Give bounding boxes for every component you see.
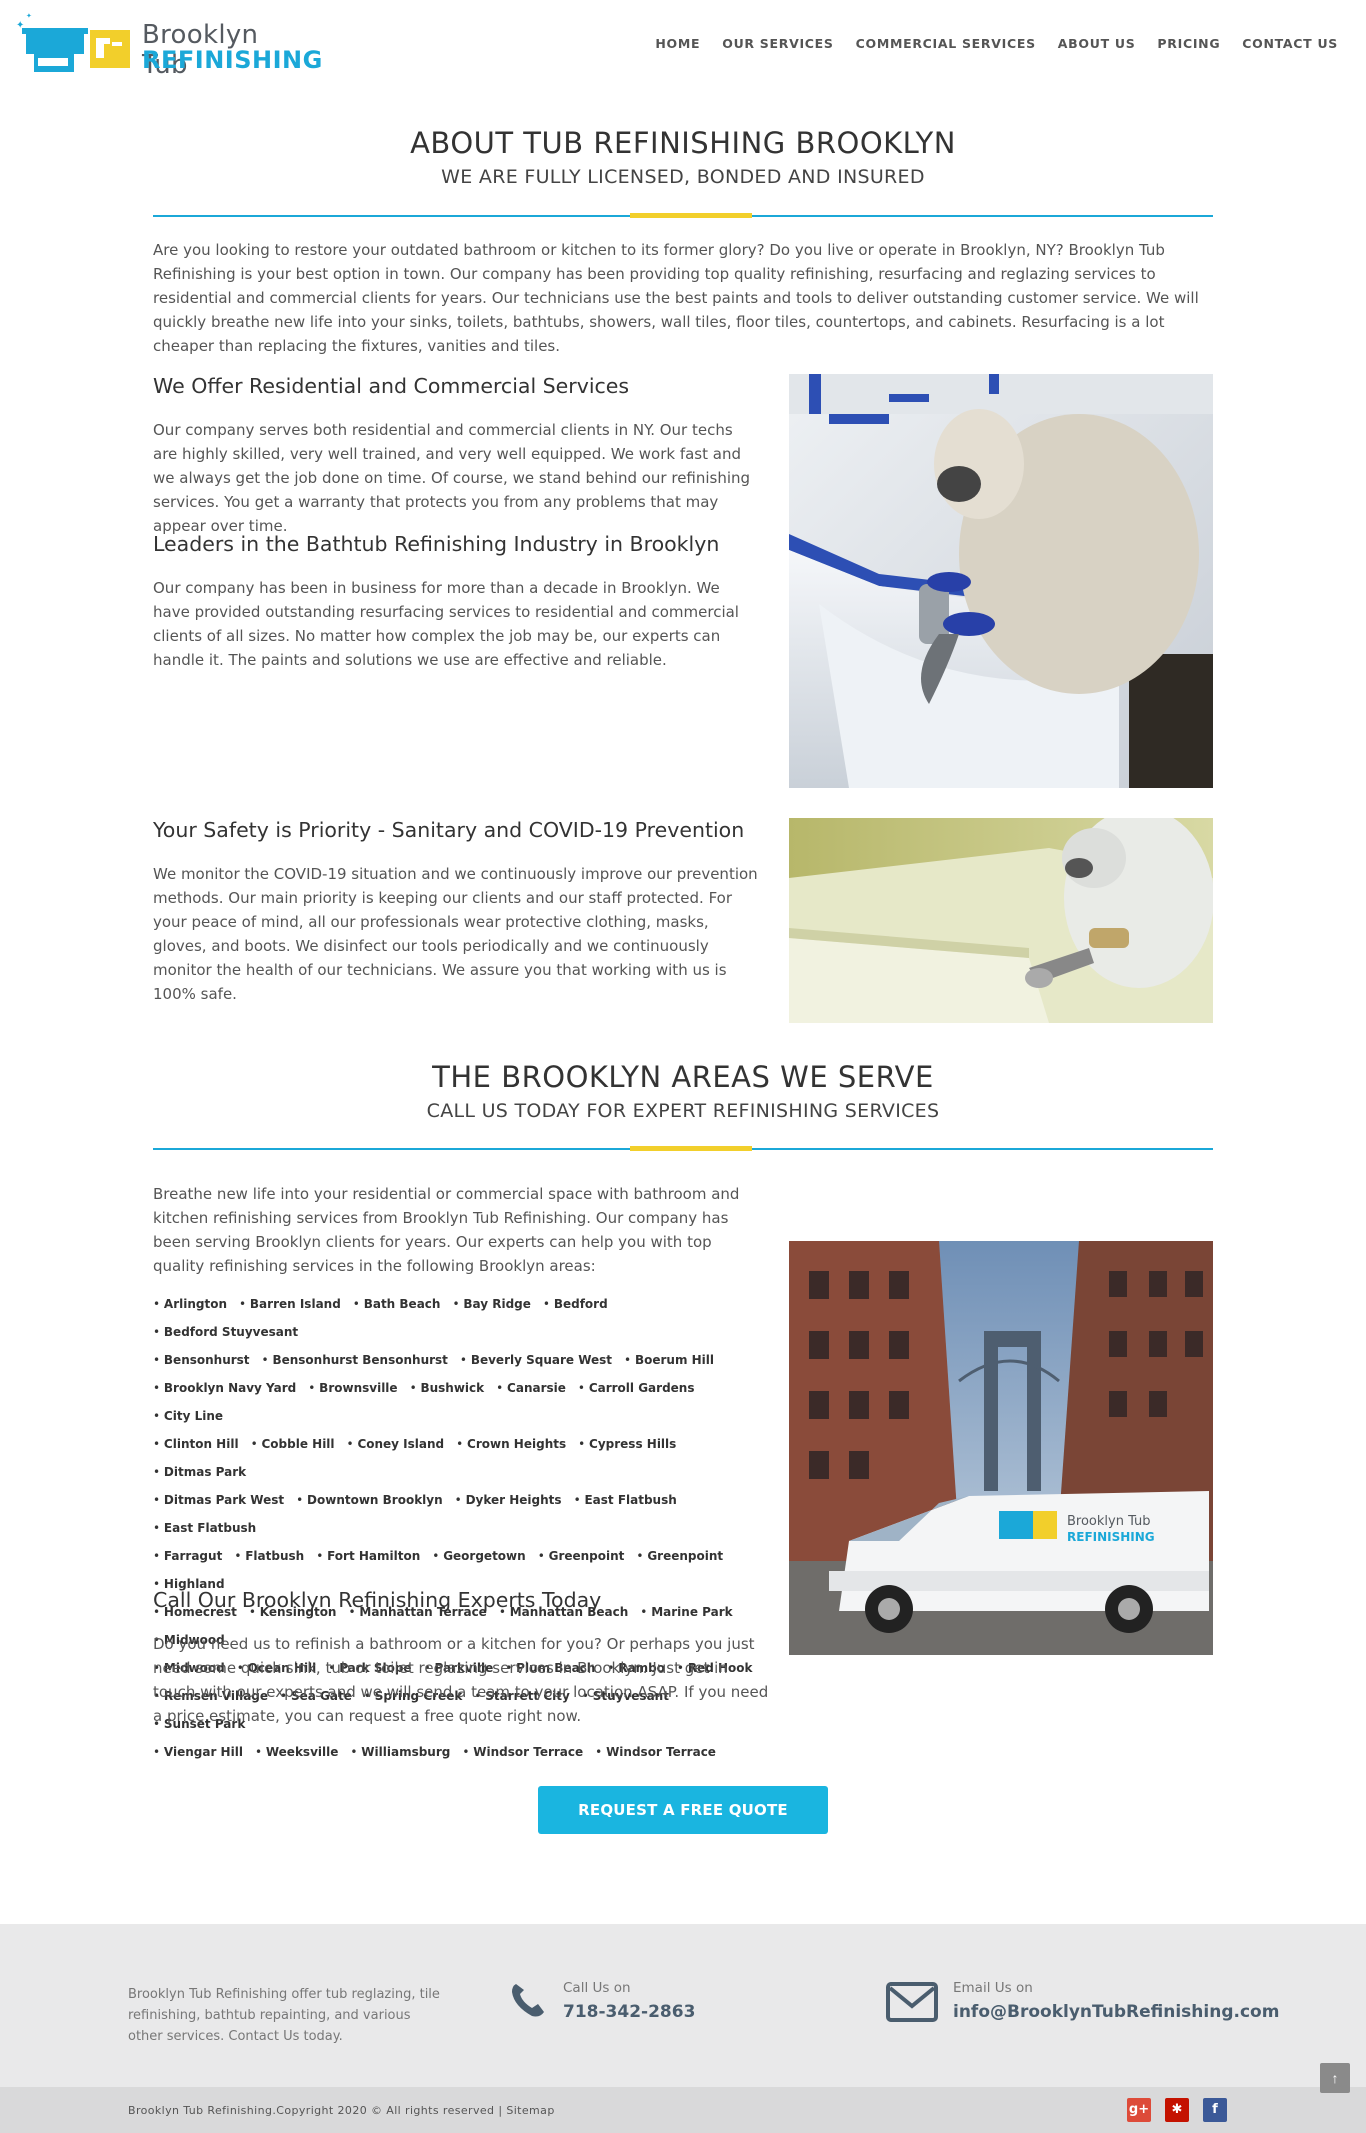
copyright: Brooklyn Tub Refinishing.Copyright 2020 … [128, 2104, 555, 2117]
area-item: • Arlington [153, 1297, 227, 1311]
heading-leaders: Leaders in the Bathtub Refinishing Indus… [153, 532, 720, 556]
email-address[interactable]: info@BrooklynTubRefinishing.com [953, 2002, 1279, 2022]
area-item: • Bushwick [409, 1381, 485, 1395]
area-item: • Bedford [542, 1297, 608, 1311]
para-leaders: Our company has been in business for mor… [153, 579, 739, 669]
area-item: • Carroll Gardens [577, 1381, 695, 1395]
area-item: • East Flatbush [153, 1521, 257, 1535]
area-item: • Brooklyn Navy Yard [153, 1381, 297, 1395]
area-item: • Marine Park [640, 1605, 733, 1619]
main-nav: HOME OUR SERVICES COMMERCIAL SERVICES AB… [633, 36, 1338, 51]
van-logo-line1: Brooklyn Tub [1067, 1514, 1151, 1529]
para-residential: Our company serves both residential and … [153, 421, 751, 535]
section-divider [153, 213, 1213, 218]
area-item: • Barren Island [239, 1297, 341, 1311]
about-intro: Are you looking to restore your outdated… [153, 241, 1199, 355]
areas-row: • Clinton Hill • Cobble Hill • Coney Isl… [153, 1430, 773, 1486]
footer-bottom-bar: Brooklyn Tub Refinishing.Copyright 2020 … [0, 2087, 1366, 2133]
area-item: • Windsor Terrace [595, 1745, 716, 1759]
area-item: • Greenpoint [636, 1549, 724, 1563]
para-safety: We monitor the COVID-19 situation and we… [153, 865, 758, 1003]
area-item: • Bensonhurst Bensonhurst [261, 1353, 448, 1367]
area-item: • Weeksville [254, 1745, 339, 1759]
area-item: • Cypress Hills [578, 1437, 677, 1451]
areas-row: • Viengar Hill • Weeksville • Williamsbu… [153, 1738, 773, 1766]
area-item: • Downtown Brooklyn [296, 1493, 443, 1507]
nav-pricing[interactable]: PRICING [1157, 36, 1220, 51]
area-item: • Bensonhurst [153, 1353, 250, 1367]
about-title: ABOUT TUB REFINISHING BROOKLYN [410, 126, 956, 160]
area-item: • Boerum Hill [624, 1353, 715, 1367]
area-item: • Canarsie [496, 1381, 566, 1395]
request-quote-button[interactable]: REQUEST A FREE QUOTE [538, 1786, 828, 1834]
area-item: • Greenpoint [537, 1549, 625, 1563]
facebook-icon[interactable]: f [1203, 2098, 1227, 2122]
area-item: • Beverly Square West [459, 1353, 613, 1367]
email-icon [886, 1982, 938, 2022]
area-item: • East Flatbush [573, 1493, 677, 1507]
site-header: ✦ ✦ Brooklyn Tub REFINISHING HOME OUR SE… [0, 0, 1366, 90]
site-logo[interactable]: ✦ ✦ Brooklyn Tub REFINISHING [16, 12, 322, 80]
nav-about-us[interactable]: ABOUT US [1058, 36, 1136, 51]
areas-subtitle: CALL US TODAY FOR EXPERT REFINISHING SER… [426, 1100, 940, 1122]
area-item: • Flatbush [234, 1549, 305, 1563]
nav-contact-us[interactable]: CONTACT US [1242, 36, 1338, 51]
van-logo-line2: REFINISHING [1067, 1530, 1155, 1544]
area-item: • Cobble Hill [250, 1437, 335, 1451]
area-item: • Georgetown [432, 1549, 526, 1563]
area-item: • Williamsburg [350, 1745, 451, 1759]
areas-heading: THE BROOKLYN AREAS WE SERVE CALL US TODA… [0, 1060, 1366, 1122]
area-item: • Crown Heights [456, 1437, 567, 1451]
para-call: Do you need us to refinish a bathroom or… [153, 1635, 769, 1725]
area-item: • Brownsville [308, 1381, 398, 1395]
phone-icon [512, 1984, 544, 2017]
email-label: Email Us on [953, 1980, 1033, 1996]
areas-intro: Breathe new life into your residential o… [153, 1185, 740, 1275]
site-footer: Brooklyn Tub Refinishing offer tub regla… [0, 1924, 1366, 2087]
heading-safety: Your Safety is Priority - Sanitary and C… [153, 818, 745, 842]
section-divider-areas [153, 1146, 1213, 1151]
areas-row: • Bensonhurst • Bensonhurst Bensonhurst … [153, 1346, 773, 1374]
area-item: • Viengar Hill [153, 1745, 243, 1759]
areas-row: • Ditmas Park West • Downtown Brooklyn •… [153, 1486, 773, 1542]
nav-our-services[interactable]: OUR SERVICES [722, 36, 833, 51]
area-item: • Bay Ridge [452, 1297, 531, 1311]
area-item: • Ditmas Park West [153, 1493, 285, 1507]
area-item: • City Line [153, 1409, 224, 1423]
areas-row: • Arlington • Barren Island • Bath Beach… [153, 1290, 773, 1346]
footer-about: Brooklyn Tub Refinishing offer tub regla… [128, 1987, 440, 2044]
nav-home[interactable]: HOME [655, 36, 700, 51]
phone-number[interactable]: 718-342-2863 [563, 2002, 695, 2022]
area-item: • Bedford Stuyvesant [153, 1325, 299, 1339]
area-item: • Windsor Terrace [462, 1745, 584, 1759]
heading-call: Call Our Brooklyn Refinishing Experts To… [153, 1588, 602, 1612]
area-item: • Ditmas Park [153, 1465, 247, 1479]
nav-commercial-services[interactable]: COMMERCIAL SERVICES [856, 36, 1036, 51]
area-item: • Bath Beach [352, 1297, 441, 1311]
about-subtitle: WE ARE FULLY LICENSED, BONDED AND INSURE… [441, 166, 925, 188]
call-label: Call Us on [563, 1980, 631, 1996]
yelp-icon[interactable]: ✱ [1165, 2098, 1189, 2122]
area-item: • Clinton Hill [153, 1437, 239, 1451]
svg-text:✦: ✦ [26, 12, 32, 20]
scroll-to-top-button[interactable]: ↑ [1320, 2063, 1350, 2093]
area-item: • Farragut [153, 1549, 223, 1563]
heading-residential: We Offer Residential and Commercial Serv… [153, 374, 630, 398]
photo-protective-suit [789, 818, 1213, 1023]
about-heading: ABOUT TUB REFINISHING BROOKLYN WE ARE FU… [0, 126, 1366, 188]
logo-icon: ✦ ✦ [16, 12, 130, 72]
google-plus-icon[interactable]: g+ [1127, 2098, 1151, 2122]
logo-line2: REFINISHING [142, 46, 323, 74]
area-item: • Dyker Heights [454, 1493, 562, 1507]
area-item: • Coney Island [346, 1437, 445, 1451]
photo-van-brooklyn: Brooklyn Tub REFINISHING [789, 1241, 1213, 1655]
area-item: • Fort Hamilton [316, 1549, 421, 1563]
photo-tub-spraying [789, 374, 1213, 788]
areas-row: • Brooklyn Navy Yard • Brownsville • Bus… [153, 1374, 773, 1430]
areas-title: THE BROOKLYN AREAS WE SERVE [432, 1060, 934, 1094]
